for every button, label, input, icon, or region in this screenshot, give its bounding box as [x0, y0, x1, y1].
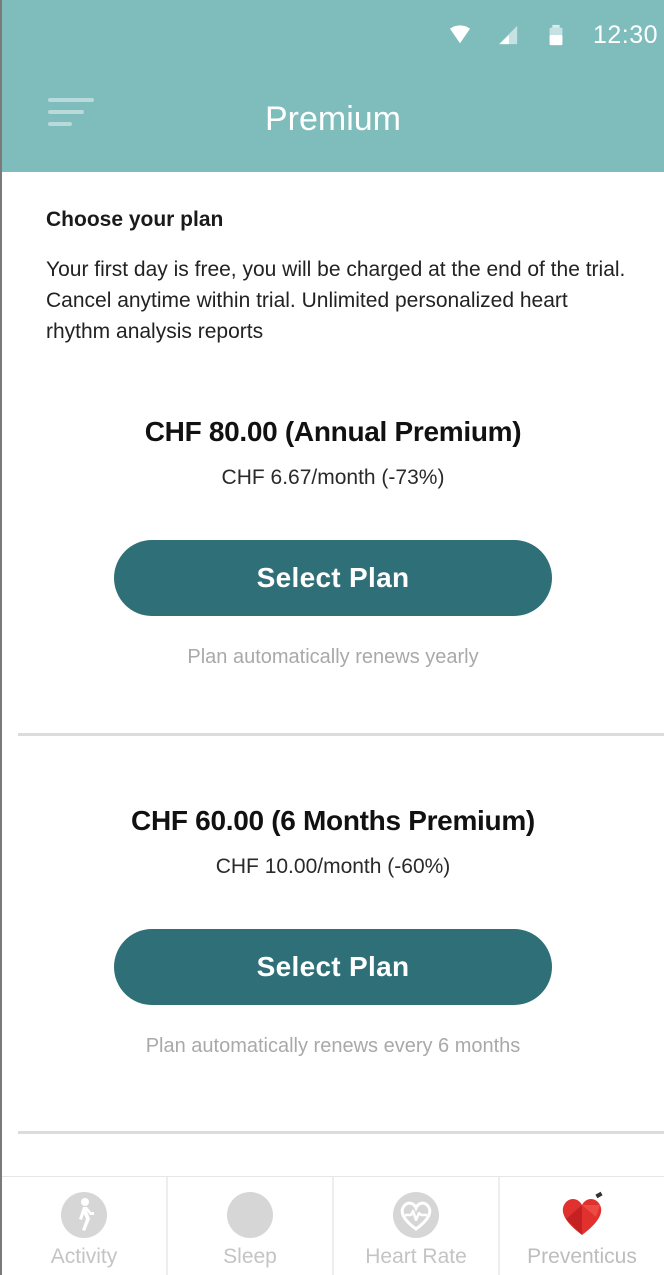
page-title: Premium [264, 100, 402, 138]
signal-icon [498, 25, 518, 45]
plan-title: CHF 80.00 (Annual Premium) [144, 416, 522, 447]
app-screen: 12:30 Premium Choose your plan Your firs… [0, 0, 664, 1275]
plan-renewal-note: Plan automatically renews every 6 months [145, 1035, 521, 1057]
preventicus-heart-icon [562, 1191, 603, 1235]
bottom-tab-bar: Activity Sleep Heart Rate Preventicus [2, 1176, 664, 1275]
tab-preventicus[interactable]: Preventicus [500, 1177, 664, 1275]
tab-label: Preventicus [527, 1245, 637, 1268]
intro-section: Choose your plan Your first day is free,… [2, 172, 664, 347]
walking-person-icon [61, 1192, 107, 1238]
plan-card-annual: CHF 80.00 (Annual Premium) CHF 6.67/mont… [2, 416, 664, 669]
tab-label: Activity [50, 1245, 118, 1268]
status-time: 12:30 [592, 20, 658, 49]
content-area: Choose your plan Your first day is free,… [2, 172, 664, 347]
plan-monthly-price: CHF 6.67/month (-73%) [221, 466, 445, 489]
intro-text: Your first day is free, you will be char… [46, 258, 626, 343]
plan-divider [18, 733, 664, 736]
heart-rate-icon [393, 1192, 439, 1238]
plan-card-6-months: CHF 60.00 (6 Months Premium) CHF 10.00/m… [2, 805, 664, 1058]
plan-monthly-price: CHF 10.00/month (-60%) [215, 855, 451, 878]
app-bar: 12:30 Premium [2, 0, 664, 172]
select-plan-button-6-months[interactable]: Select Plan [114, 929, 552, 1005]
tab-sleep[interactable]: Sleep [168, 1177, 334, 1275]
status-bar: 12:30 [449, 18, 658, 52]
plan-renewal-note: Plan automatically renews yearly [187, 646, 479, 668]
intro-heading: Choose your plan [46, 208, 224, 231]
select-plan-button-annual[interactable]: Select Plan [114, 540, 552, 616]
tab-label: Heart Rate [365, 1245, 467, 1268]
plan-title: CHF 60.00 (6 Months Premium) [131, 805, 535, 836]
battery-icon [549, 24, 563, 46]
moon-icon [227, 1192, 273, 1238]
tab-activity[interactable]: Activity [2, 1177, 168, 1275]
tab-heart-rate[interactable]: Heart Rate [334, 1177, 500, 1275]
wifi-icon [449, 25, 471, 44]
plan-divider [18, 1131, 664, 1134]
tab-label: Sleep [223, 1245, 277, 1268]
